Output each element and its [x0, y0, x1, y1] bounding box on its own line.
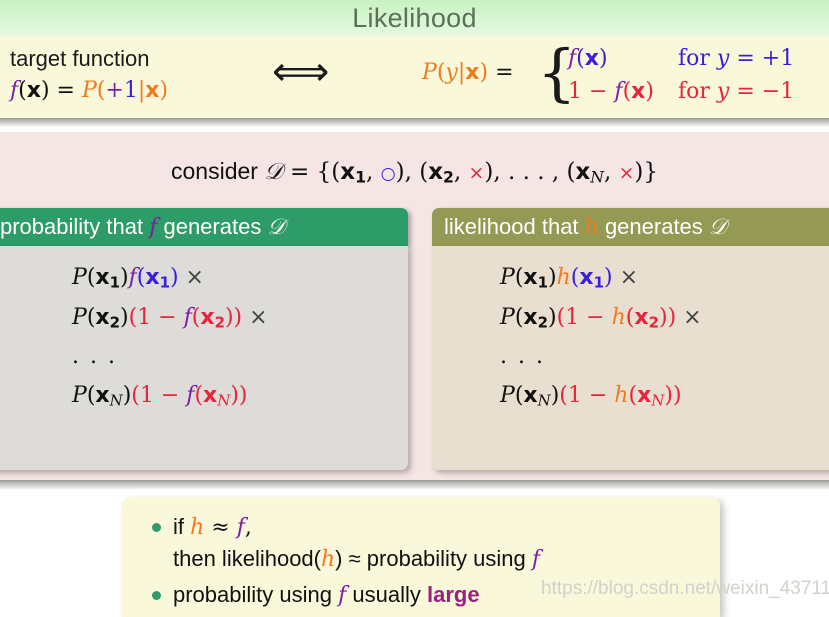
- conclusion-bullet-1: if h ≈ f, then likelihood(h) ≈ probabili…: [152, 511, 720, 575]
- consider-dataset-line: consider 𝒟 = {(x1, ○), (x2, ×), . . . , …: [171, 158, 658, 187]
- target-function-label: target function: [10, 46, 150, 71]
- likelihood-box: likelihood that h generates 𝒟 P(x1)h(x1)…: [432, 208, 829, 470]
- likelihood-box-header-label: likelihood that: [444, 214, 585, 239]
- bullet-dot-icon: [152, 591, 161, 601]
- conditional-probability-lhs: P(y|x) =: [422, 60, 514, 85]
- case-negative-condition: for y = −1: [678, 79, 795, 104]
- top-panel-divider: [0, 118, 829, 127]
- bullet-dot-icon: [152, 523, 161, 532]
- probability-box-header: probability that f generates 𝒟: [0, 208, 408, 246]
- likelihood-formula-ellipsis: . . .: [500, 344, 545, 369]
- likelihood-box-symbol: h: [584, 214, 599, 240]
- likelihood-formula-line-2: P(x2)(1 − h(x2)) ×: [500, 304, 702, 331]
- probability-formula-line-1: P(x1)f(x1) ×: [72, 265, 204, 292]
- case-positive-value: f(x): [568, 46, 608, 71]
- watermark-text: https://blog.csdn.net/weixin_43711554: [541, 578, 829, 599]
- case-negative-value: 1 − f(x): [568, 79, 654, 104]
- probability-formula-line-n: P(xN)(1 − f(xN)): [72, 383, 248, 410]
- target-function-formula: f(x) = P(+1|x): [10, 78, 169, 103]
- probability-box-symbol: f: [149, 214, 158, 240]
- probability-box-header-label: probability that: [0, 214, 150, 239]
- conclusion-1-line-2: then likelihood(h) ≈ probability using f: [173, 546, 541, 573]
- probability-box-body: P(x1)f(x1) × P(x2)(1 − f(x2)) × . . . P(…: [0, 246, 408, 470]
- circle-symbol-icon: ○: [380, 164, 396, 184]
- page-title: Likelihood: [352, 2, 477, 33]
- case-positive-condition: for y = +1: [678, 46, 795, 71]
- likelihood-box-body: P(x1)h(x1) × P(x2)(1 − h(x2)) × . . . P(…: [432, 246, 829, 470]
- likelihood-formula-line-n: P(xN)(1 − h(xN)): [500, 383, 682, 410]
- probability-formula-line-2: P(x2)(1 − f(x2)) ×: [72, 304, 268, 331]
- likelihood-formula-line-1: P(x1)h(x1) ×: [500, 265, 639, 292]
- middle-panel-divider: [0, 480, 829, 490]
- cross-symbol-icon: ×: [618, 162, 635, 184]
- conclusion-1-line-1: if h ≈ f,: [173, 514, 252, 540]
- probability-formula-ellipsis: . . .: [72, 344, 117, 369]
- cross-symbol-icon: ×: [468, 162, 485, 184]
- slide-title-bar: Likelihood: [0, 0, 829, 36]
- conclusion-2-line-1: probability using f usually large: [173, 582, 480, 609]
- probability-box: probability that f generates 𝒟 P(x1)f(x1…: [0, 208, 408, 470]
- emphasis-large: large: [426, 582, 480, 608]
- likelihood-box-header: likelihood that h generates 𝒟: [432, 208, 829, 246]
- iff-symbol: ⟺: [272, 49, 330, 95]
